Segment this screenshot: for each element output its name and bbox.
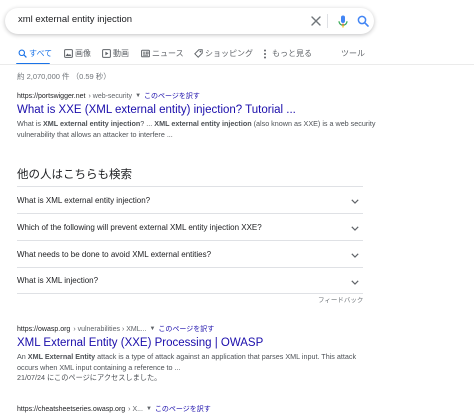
image-icon	[63, 49, 73, 59]
tabs-divider	[0, 64, 474, 65]
search-box[interactable]: xml external entity injection	[5, 8, 374, 34]
tab-videos[interactable]: 動画	[101, 48, 129, 59]
result-site: https://cheatsheetseries.owasp.org	[17, 405, 126, 413]
search-divider	[327, 14, 328, 28]
news-icon	[140, 49, 150, 59]
tab-label: ニュース	[152, 49, 184, 58]
search-icon[interactable]	[355, 13, 371, 29]
caret-down-icon[interactable]: ▼	[146, 406, 152, 412]
paa-question-text: What is XML injection?	[17, 276, 99, 285]
tab-label: すべて	[29, 49, 53, 58]
tab-label: もっと見る	[272, 49, 312, 58]
paa-question-text: What needs to be done to avoid XML exter…	[17, 249, 212, 259]
search-result: https://cheatsheetseries.owasp.org › X..…	[17, 404, 377, 414]
more-dots-icon	[260, 49, 270, 59]
tab-all[interactable]: すべて	[17, 48, 52, 59]
translate-link[interactable]: このページを訳す	[155, 404, 211, 414]
paa-question[interactable]: What is XML external entity injection?	[17, 186, 363, 213]
result-breadcrumb: › X...	[128, 405, 143, 413]
chevron-down-icon	[351, 218, 359, 236]
chevron-down-icon	[351, 245, 359, 263]
tab-news[interactable]: ニュース	[140, 48, 184, 59]
video-icon	[101, 49, 111, 59]
people-also-ask: What is XML external entity injection? W…	[17, 186, 363, 294]
clear-icon[interactable]	[308, 13, 324, 29]
result-url[interactable]: https://portswigger.net › web-security ▼…	[17, 91, 377, 101]
caret-down-icon[interactable]: ▼	[135, 93, 141, 99]
paa-question-text: What is XML external entity injection?	[17, 195, 151, 205]
result-snippet: An XML External Entity attack is a type …	[17, 352, 357, 382]
tools-label: ツール	[341, 49, 365, 58]
search-result: https://portswigger.net › web-security ▼…	[17, 91, 377, 140]
result-breadcrumb: › vulnerabilities › XML...	[73, 325, 147, 333]
tab-more[interactable]: もっと見る	[260, 48, 312, 59]
tab-shopping[interactable]: ショッピング	[193, 48, 253, 59]
result-site: https://portswigger.net	[17, 92, 86, 100]
feedback-link[interactable]: フィードバック	[318, 294, 363, 304]
result-snippet: What is XML external entity injection? .…	[17, 119, 376, 139]
result-stats: 約 2,070,000 件 （0.59 秒）	[17, 72, 111, 81]
result-breadcrumb: › web-security	[88, 92, 133, 100]
caret-down-icon[interactable]: ▼	[149, 326, 155, 332]
search-result: https://owasp.org › vulnerabilities › XM…	[17, 324, 377, 384]
tag-icon	[193, 49, 203, 59]
microphone-icon[interactable]	[335, 13, 351, 29]
tab-label: 動画	[113, 49, 129, 58]
paa-question[interactable]: Which of the following will prevent exte…	[17, 213, 363, 240]
translate-link[interactable]: このページを訳す	[158, 324, 214, 334]
chevron-down-icon	[351, 191, 359, 209]
chevron-down-icon	[351, 272, 359, 290]
result-url[interactable]: https://owasp.org › vulnerabilities › XM…	[17, 324, 377, 334]
translate-link[interactable]: このページを訳す	[144, 91, 200, 101]
result-title-link[interactable]: XML External Entity (XXE) Processing | O…	[17, 337, 377, 349]
result-url[interactable]: https://cheatsheetseries.owasp.org › X..…	[17, 404, 377, 414]
tab-images[interactable]: 画像	[63, 48, 91, 59]
paa-question[interactable]: What needs to be done to avoid XML exter…	[17, 240, 363, 267]
search-input[interactable]: xml external entity injection	[18, 14, 132, 25]
result-title-link[interactable]: What is XXE (XML external entity) inject…	[17, 104, 377, 116]
paa-heading: 他の人はこちらも検索	[17, 169, 132, 181]
tab-label: 画像	[75, 49, 91, 58]
tab-label: ショッピング	[205, 49, 253, 58]
paa-question-text: Which of the following will prevent exte…	[17, 222, 262, 232]
search-icon	[17, 49, 27, 59]
result-site: https://owasp.org	[17, 325, 71, 333]
tools-button[interactable]: ツール	[341, 48, 365, 59]
paa-question[interactable]: What is XML injection?	[17, 267, 363, 294]
